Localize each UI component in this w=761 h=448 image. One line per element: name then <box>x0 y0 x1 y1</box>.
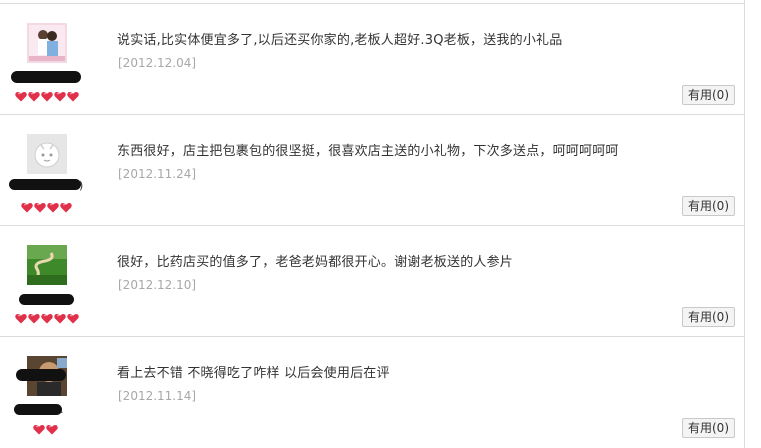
useful-button[interactable]: 有用(0) <box>682 307 735 327</box>
reviewer-name-redacted <box>9 179 81 190</box>
heart-icon <box>34 203 46 213</box>
review-date: [2012.12.04] <box>118 56 197 70</box>
review-comment: 很好，比药店买的值多了，老爸老妈都很开心。谢谢老板送的人参片 <box>117 255 514 270</box>
reviewer-name-tail: . <box>60 403 64 416</box>
reviewer-name-redacted <box>19 294 74 305</box>
reviewer-name-tail: ) <box>79 179 84 192</box>
default-avatar-icon[interactable] <box>27 134 67 174</box>
heart-icon <box>15 92 27 102</box>
review-comment: 东西很好，店主把包裹包的很坚挺，很喜欢店主送的小礼物，下次多送点，呵呵呵呵呵 <box>117 144 619 159</box>
useful-button[interactable]: 有用(0) <box>682 418 735 438</box>
heart-icon <box>47 203 59 213</box>
reviewer-info <box>0 4 95 114</box>
heart-icon <box>54 314 66 324</box>
heart-icon <box>41 314 53 324</box>
heart-icon <box>15 314 27 324</box>
review-item: . 看上去不错 不晓得吃了咋样 以后会使用后在评 [2012.11.14] 有用… <box>0 337 745 448</box>
avatar[interactable] <box>27 245 67 285</box>
heart-icon <box>41 92 53 102</box>
useful-button[interactable]: 有用(0) <box>682 196 735 216</box>
rating-hearts <box>15 91 79 103</box>
review-item: 说实话,比实体便宜多了,以后还买你家的,老板人超好.3Q老板，送我的小礼品 [2… <box>0 4 745 115</box>
heart-icon <box>54 92 66 102</box>
rating-hearts <box>33 424 58 436</box>
review-date: [2012.11.14] <box>118 389 197 403</box>
heart-icon <box>28 314 40 324</box>
reviewer-info <box>0 226 95 336</box>
avatar-redaction <box>16 369 66 381</box>
useful-button[interactable]: 有用(0) <box>682 85 735 105</box>
reviewer-info: . <box>0 337 95 448</box>
heart-icon <box>46 425 58 435</box>
review-date: [2012.11.24] <box>118 167 197 181</box>
reviewer-name-redacted <box>11 71 81 83</box>
review-date: [2012.12.10] <box>118 278 197 292</box>
reviewer-name-redacted <box>14 404 62 415</box>
heart-icon <box>21 203 33 213</box>
heart-icon <box>67 314 79 324</box>
avatar[interactable] <box>27 23 67 63</box>
heart-icon <box>67 92 79 102</box>
rating-hearts <box>21 202 72 214</box>
review-item: ) 东西很好，店主把包裹包的很坚挺，很喜欢店主送的小礼物，下次多送点，呵呵呵呵呵… <box>0 115 745 226</box>
review-list: 说实话,比实体便宜多了,以后还买你家的,老板人超好.3Q老板，送我的小礼品 [2… <box>0 0 745 448</box>
heart-icon <box>60 203 72 213</box>
review-comment: 说实话,比实体便宜多了,以后还买你家的,老板人超好.3Q老板，送我的小礼品 <box>117 33 563 48</box>
rating-hearts <box>15 313 79 325</box>
heart-icon <box>28 92 40 102</box>
review-comment: 看上去不错 不晓得吃了咋样 以后会使用后在评 <box>117 366 390 381</box>
review-item: 很好，比药店买的值多了，老爸老妈都很开心。谢谢老板送的人参片 [2012.12.… <box>0 226 745 337</box>
reviewer-info: ) <box>0 115 95 225</box>
heart-icon <box>33 425 45 435</box>
